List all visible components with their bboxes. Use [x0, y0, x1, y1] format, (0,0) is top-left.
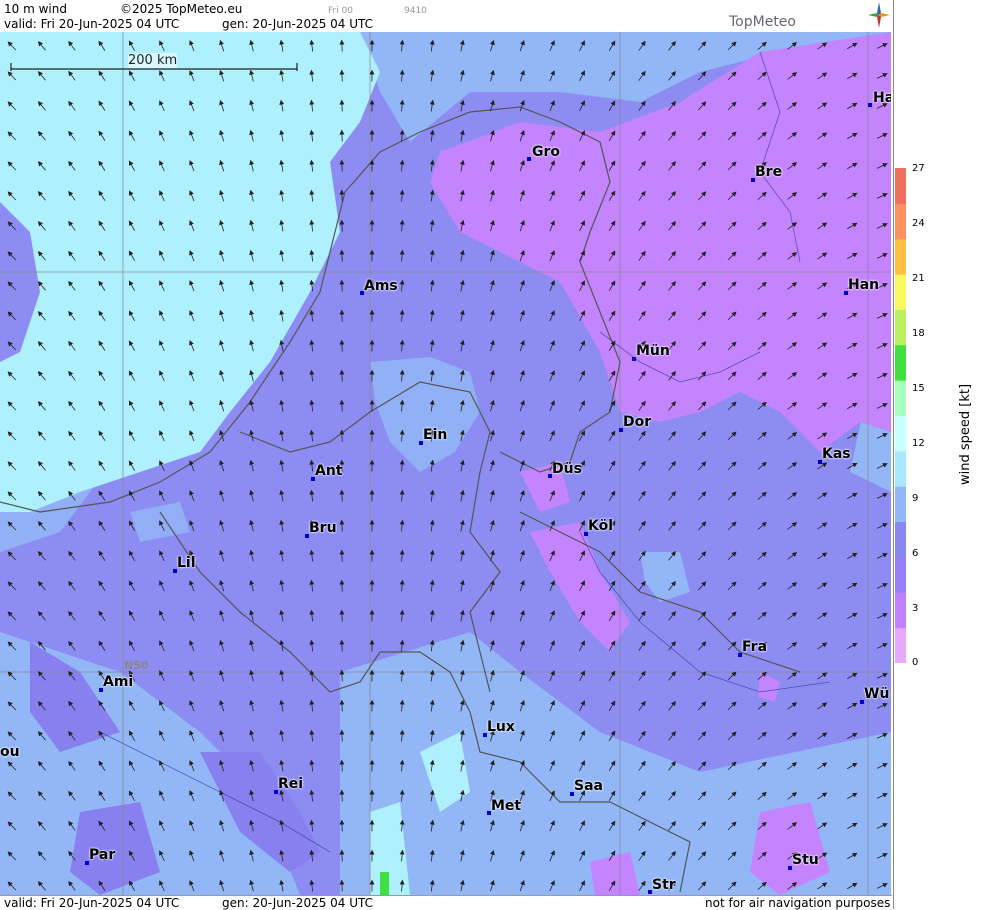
city-label[interactable]: Mün [636, 344, 670, 358]
city-label[interactable]: Han [848, 278, 879, 292]
wind-field-svg [0, 32, 891, 895]
city-label[interactable]: Fra [742, 640, 767, 654]
city-label[interactable]: Lux [487, 720, 515, 734]
legend-color-stop [895, 486, 906, 522]
city-label[interactable]: Gro [532, 145, 560, 159]
city-label[interactable]: Str [652, 878, 676, 892]
legend-color-stop [895, 451, 906, 487]
legend-tick: 12 [912, 438, 925, 449]
legend-tick: 0 [912, 657, 918, 668]
product-title: 10 m wind [4, 2, 67, 16]
city-label[interactable]: Lil [177, 556, 196, 570]
disclaimer: not for air navigation purposes [705, 896, 890, 910]
city-marker [527, 157, 531, 161]
legend-color-stop [895, 380, 906, 416]
wind-map[interactable]: 200 km N50 Gro Bre Ha Ams Han Mün Dor Ei… [0, 32, 891, 895]
city-label[interactable]: Saa [574, 779, 603, 793]
legend-color-stop [895, 522, 906, 558]
legend-color-stop [895, 168, 906, 204]
topmeteo-logo-text: TopMeteo [729, 14, 796, 30]
header: 10 m wind ©2025 TopMeteo.eu Fri 00 9410 … [0, 0, 892, 32]
city-label[interactable]: Dor [623, 415, 651, 429]
city-label[interactable]: Ams [364, 279, 398, 293]
city-label[interactable]: Ami [103, 675, 133, 689]
latitude-label: N50 [124, 659, 149, 672]
legend-tick: 18 [912, 328, 925, 339]
city-label[interactable]: Rei [278, 777, 303, 791]
legend-color-stop [895, 239, 906, 275]
legend-tick: 9 [912, 493, 918, 504]
city-label[interactable]: Köl [588, 519, 613, 533]
footer-valid-time: valid: Fri 20-Jun-2025 04 UTC [4, 896, 179, 910]
legend-color-stop [895, 628, 906, 663]
scale-label: 200 km [128, 53, 177, 68]
city-label[interactable]: Stu [792, 853, 819, 867]
copyright: ©2025 TopMeteo.eu [120, 2, 242, 16]
valid-time: valid: Fri 20-Jun-2025 04 UTC [4, 17, 179, 31]
legend-color-stop [895, 345, 906, 381]
city-label[interactable]: Düs [552, 462, 582, 476]
compass-logo-icon [868, 2, 890, 28]
city-marker [868, 103, 872, 107]
legend-color-stop [895, 274, 906, 310]
legend-title: wind speed [kt] [958, 384, 973, 485]
legend-color-stop [895, 309, 906, 345]
generated-time: gen: 20-Jun-2025 04 UTC [222, 17, 373, 31]
wind-band-green-spot [380, 872, 389, 895]
legend-tick: 15 [912, 383, 925, 394]
legend-color-stop [895, 592, 906, 628]
city-label[interactable]: Bre [755, 165, 782, 179]
city-label[interactable]: Wü [864, 687, 889, 701]
city-label[interactable]: Ein [423, 428, 447, 442]
legend-color-stop [895, 203, 906, 239]
legend-tick: 21 [912, 273, 925, 284]
legend-tick: 24 [912, 218, 925, 229]
code-label: 9410 [404, 4, 427, 18]
legend-color-stop [895, 557, 906, 593]
city-label[interactable]: Bru [309, 521, 337, 535]
city-label[interactable]: Kas [822, 447, 851, 461]
run-label: Fri 00 [328, 4, 353, 18]
legend-color-stop [895, 416, 906, 452]
footer-generated-time: gen: 20-Jun-2025 04 UTC [222, 896, 373, 910]
city-label[interactable]: Ant [315, 464, 343, 478]
city-label[interactable]: Met [491, 799, 521, 813]
footer: valid: Fri 20-Jun-2025 04 UTC gen: 20-Ju… [0, 895, 892, 910]
city-label[interactable]: Ha [873, 91, 891, 105]
legend-tick: 6 [912, 548, 918, 559]
legend-colorbar [895, 168, 906, 663]
legend-tick: 27 [912, 163, 925, 174]
city-label[interactable]: Par [89, 848, 115, 862]
legend-tick: 3 [912, 603, 918, 614]
city-label[interactable]: ou [0, 745, 20, 759]
